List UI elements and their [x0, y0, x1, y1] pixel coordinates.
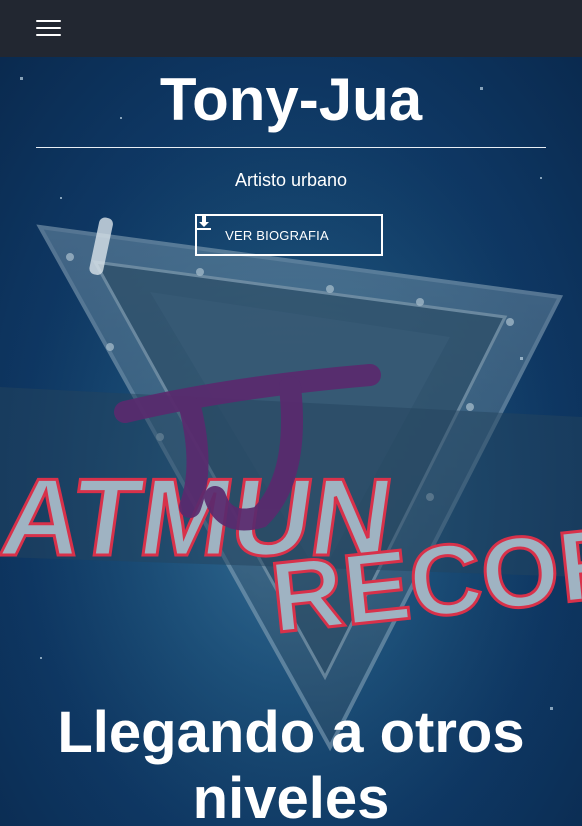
ver-biografia-button[interactable]: VER BIOGRAFIA — [195, 214, 383, 256]
artist-subtitle: Artisto urbano — [234, 170, 348, 190]
top-navbar — [0, 0, 582, 57]
download-icon — [197, 216, 353, 242]
hamburger-menu-icon[interactable] — [36, 18, 61, 38]
page-title: Tony-Jua — [159, 66, 423, 133]
title-divider — [36, 147, 546, 148]
hero-tagline: Llegando a otros niveles — [57, 700, 525, 826]
hero-section: LATMUN RECORD Tony-Jua Artisto urbano VE… — [0, 57, 582, 826]
ver-biografia-label: VER BIOGRAFIA — [225, 227, 329, 243]
